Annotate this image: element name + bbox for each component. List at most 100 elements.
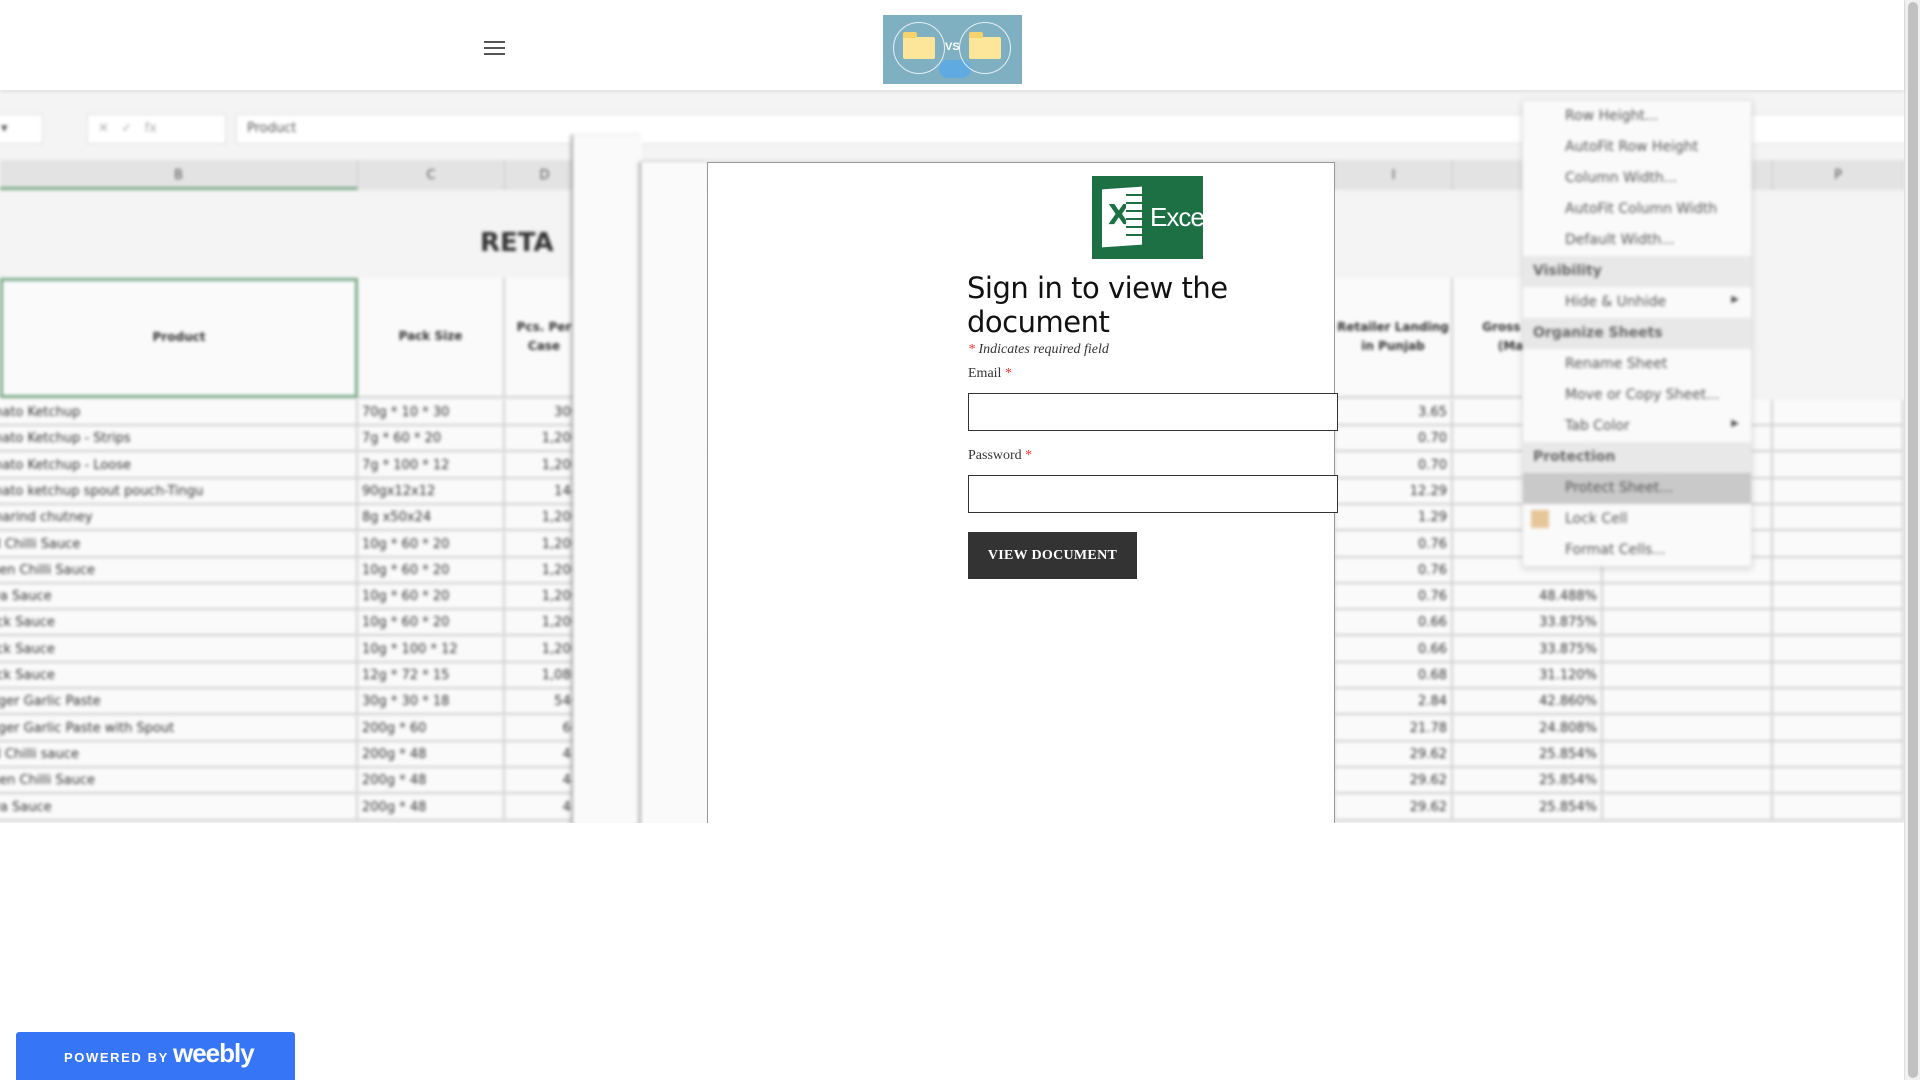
header-pack-size: Pack Size bbox=[358, 278, 505, 398]
required-asterisk: * bbox=[1025, 448, 1033, 463]
cell-blank bbox=[1773, 478, 1904, 505]
cell-product: Black Sauce bbox=[0, 610, 358, 637]
password-label: Password * bbox=[968, 448, 1032, 464]
logo-vs-text: VS bbox=[945, 41, 960, 53]
powered-by-weebly-badge[interactable]: POWERED BY weebly bbox=[16, 1032, 295, 1080]
excel-logo: X Excel bbox=[1092, 176, 1210, 259]
folder-icon bbox=[903, 32, 935, 59]
cell-i: 0.76 bbox=[1335, 557, 1453, 584]
required-asterisk: * bbox=[968, 342, 975, 357]
cell-i: 29.62 bbox=[1335, 741, 1453, 768]
password-input[interactable] bbox=[968, 475, 1338, 513]
menu-item: Hide & Unhide ▶ bbox=[1523, 287, 1751, 318]
cell-i: 1.29 bbox=[1335, 505, 1453, 532]
cell-blank bbox=[1773, 768, 1904, 795]
cell-j: 42.860% bbox=[1453, 689, 1603, 716]
cell-i: 0.70 bbox=[1335, 426, 1453, 453]
cell-j: 25.854% bbox=[1453, 768, 1603, 795]
cell-pack: 10g * 60 * 20 bbox=[358, 531, 505, 558]
menu-section-label: Protection bbox=[1523, 442, 1751, 473]
sheet-title-fragment: RETA bbox=[480, 228, 554, 258]
column-header-i: I bbox=[1335, 160, 1453, 190]
column-header-p: P bbox=[1773, 160, 1904, 190]
cell-blank bbox=[1773, 636, 1904, 663]
cell-product: Tomato Ketchup - Strips bbox=[0, 426, 358, 453]
menu-section-label: Visibility bbox=[1523, 256, 1751, 287]
email-input[interactable] bbox=[968, 393, 1338, 431]
cell-blank bbox=[1603, 636, 1773, 663]
cell-product: Red Chilli sauce bbox=[0, 741, 358, 768]
menu-item: Default Width... bbox=[1523, 225, 1751, 256]
cell-pack: 10g * 60 * 20 bbox=[358, 610, 505, 637]
modal-title: Sign in to view the document bbox=[967, 271, 1228, 339]
site-logo[interactable]: VS bbox=[883, 15, 1022, 84]
hamburger-menu-icon[interactable] bbox=[484, 41, 505, 57]
cell-blank bbox=[1603, 663, 1773, 689]
sign-in-modal: X Excel Sign in to view the document * I… bbox=[707, 162, 1338, 823]
cell-blank bbox=[1773, 531, 1904, 558]
menu-item: Rename Sheet bbox=[1523, 349, 1751, 380]
cell-pack: 10g * 60 * 20 bbox=[358, 584, 505, 611]
cell-j: 33.875% bbox=[1453, 610, 1603, 637]
scrollbar-thumb[interactable] bbox=[1908, 2, 1918, 1078]
menu-item: AutoFit Row Height bbox=[1523, 132, 1751, 163]
cell-i: 2.84 bbox=[1335, 689, 1453, 716]
cell-product: Green Chilli Sauce bbox=[0, 557, 358, 584]
cell-i: 0.76 bbox=[1335, 531, 1453, 558]
cell-blank bbox=[1773, 741, 1904, 768]
menu-item: AutoFit Column Width bbox=[1523, 194, 1751, 225]
cell-pack: 70g * 10 * 30 bbox=[358, 400, 505, 426]
cell-i: 0.66 bbox=[1335, 610, 1453, 637]
cell-product: Black Sauce bbox=[0, 663, 358, 689]
cell-blank bbox=[1773, 400, 1904, 426]
submenu-arrow-icon: ▶ bbox=[1731, 418, 1739, 429]
cell-product: Red Chilli Sauce bbox=[0, 531, 358, 558]
menu-section-label: Organize Sheets bbox=[1523, 318, 1751, 349]
cell-blank bbox=[1603, 584, 1773, 611]
cell-product: Ginger Garlic Paste bbox=[0, 689, 358, 716]
cell-product: Tomato Ketchup - Loose bbox=[0, 452, 358, 479]
menu-item-label: Organize Sheets bbox=[1533, 325, 1663, 341]
required-note-text: Indicates required field bbox=[978, 342, 1109, 357]
overlay-strip-2 bbox=[640, 162, 708, 823]
vertical-scrollbar[interactable] bbox=[1904, 0, 1920, 1080]
menu-item: Column Width... bbox=[1523, 163, 1751, 194]
cell-product: Soya Sauce bbox=[0, 584, 358, 611]
menu-item: Lock Cell bbox=[1523, 504, 1751, 535]
cell-i: 21.78 bbox=[1335, 715, 1453, 742]
cell-blank bbox=[1773, 794, 1904, 821]
cell-pack: 10g * 60 * 20 bbox=[358, 557, 505, 584]
formula-icons: ✕ ✓ fx bbox=[87, 114, 226, 144]
cell-pack: 200g * 48 bbox=[358, 794, 505, 821]
cell-i: 29.62 bbox=[1335, 768, 1453, 795]
cell-j: 24.808% bbox=[1453, 715, 1603, 742]
menu-item: Row Height... bbox=[1523, 101, 1751, 132]
cell-j: 31.120% bbox=[1453, 663, 1603, 689]
cell-blank bbox=[1773, 715, 1904, 742]
column-header-c: C bbox=[358, 160, 505, 190]
menu-item-label: Default Width... bbox=[1565, 232, 1675, 248]
cell-blank bbox=[1773, 610, 1904, 637]
required-note: * Indicates required field bbox=[968, 342, 1109, 358]
menu-item-label: Protect Sheet... bbox=[1565, 480, 1673, 496]
name-box: ▾ bbox=[0, 114, 43, 144]
menu-item-label: Visibility bbox=[1533, 263, 1602, 279]
email-label: Email * bbox=[968, 366, 1012, 382]
menu-item: Move or Copy Sheet... bbox=[1523, 380, 1751, 411]
cell-j: 33.875% bbox=[1453, 636, 1603, 663]
menu-item-label: Hide & Unhide bbox=[1565, 294, 1667, 310]
cell-product: Tamarind chutney bbox=[0, 505, 358, 532]
cell-blank bbox=[1773, 689, 1904, 716]
menu-item-label: Lock Cell bbox=[1565, 511, 1628, 527]
menu-item: Tab Color ▶ bbox=[1523, 411, 1751, 442]
menu-item-label: Protection bbox=[1533, 449, 1616, 465]
header-product: Product bbox=[0, 278, 358, 398]
cell-blank bbox=[1773, 426, 1904, 453]
cell-pack: 10g * 100 * 12 bbox=[358, 636, 505, 663]
column-header-b: B bbox=[0, 160, 358, 190]
cell-i: 3.65 bbox=[1335, 400, 1453, 426]
header-retailer-landing: Retailer Landing in Punjab bbox=[1335, 278, 1453, 398]
menu-item-label: Move or Copy Sheet... bbox=[1565, 387, 1720, 403]
view-document-button[interactable]: VIEW DOCUMENT bbox=[968, 532, 1137, 579]
cell-product: Green Chilli Sauce bbox=[0, 768, 358, 795]
